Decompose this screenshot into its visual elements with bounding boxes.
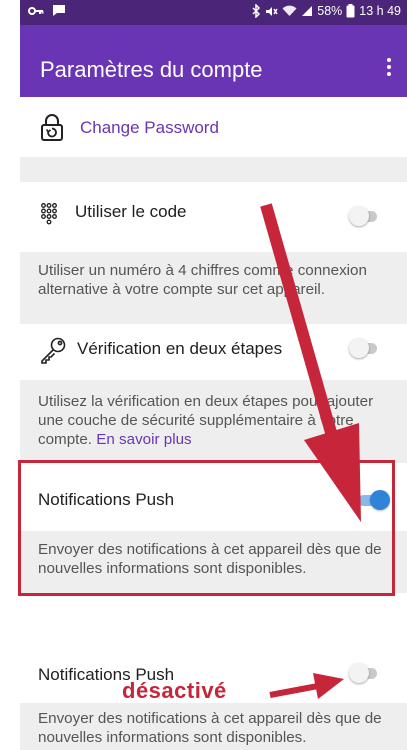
battery-icon (346, 4, 355, 18)
two-step-item[interactable]: Vérification en deux étapes (20, 324, 407, 380)
message-icon (52, 4, 66, 17)
learn-more-link[interactable]: En savoir plus (96, 431, 191, 448)
push-notifications-disabled-description: Envoyer des notifications à cet appareil… (38, 710, 382, 746)
two-step-description-panel: Utilisez la vérification en deux étapes … (20, 380, 407, 463)
highlight-box (18, 460, 395, 596)
two-step-switch[interactable] (349, 338, 381, 358)
disabled-annotation-label: désactivé (122, 678, 227, 703)
wifi-icon (282, 5, 297, 17)
app-bar: Paramètres du compte (20, 25, 407, 97)
use-code-description: Utiliser un numéro à 4 chiffres comme co… (38, 262, 367, 298)
battery-percent: 58% (317, 4, 343, 18)
push-notifications-disabled-item[interactable]: Notifications Push (20, 593, 407, 685)
two-step-label: Vérification en deux étapes (77, 339, 283, 358)
page-title: Paramètres du compte (40, 57, 263, 82)
phone-screen: 58% 13 h 49 Paramètres du compte Change … (20, 0, 407, 750)
clock: 13 h 49 (359, 4, 401, 18)
use-code-label: Utiliser le code (75, 202, 187, 221)
use-code-item[interactable]: Utiliser le code (20, 182, 407, 252)
two-step-description: Utilisez la vérification en deux étapes … (38, 393, 374, 448)
status-bar: 58% 13 h 49 (20, 0, 407, 25)
push-notifications-disabled-switch[interactable] (349, 663, 381, 683)
bluetooth-icon (251, 4, 261, 18)
use-code-description-panel: Utiliser un numéro à 4 chiffres comme co… (20, 252, 407, 324)
keypad-icon (41, 203, 57, 234)
key-icon (28, 5, 44, 17)
use-code-switch[interactable] (349, 206, 381, 226)
change-password-item[interactable]: Change Password (20, 97, 407, 157)
signal-icon (301, 5, 313, 17)
change-password-label: Change Password (80, 118, 219, 137)
push-notifications-disabled-description-panel: Envoyer des notifications à cet appareil… (20, 703, 407, 750)
lock-reset-icon (40, 114, 64, 147)
section-divider (20, 157, 407, 182)
key-icon (39, 336, 67, 369)
mute-icon (265, 5, 278, 18)
screenshot: 58% 13 h 49 Paramètres du compte Change … (0, 0, 407, 750)
more-vert-icon[interactable] (383, 58, 395, 82)
